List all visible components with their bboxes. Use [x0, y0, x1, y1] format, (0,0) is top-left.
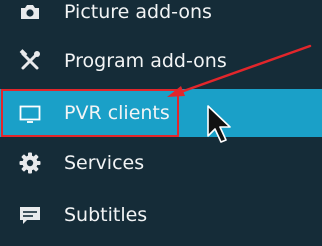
mouse-pointer-icon	[207, 105, 231, 143]
annotation-arrow	[167, 44, 312, 97]
